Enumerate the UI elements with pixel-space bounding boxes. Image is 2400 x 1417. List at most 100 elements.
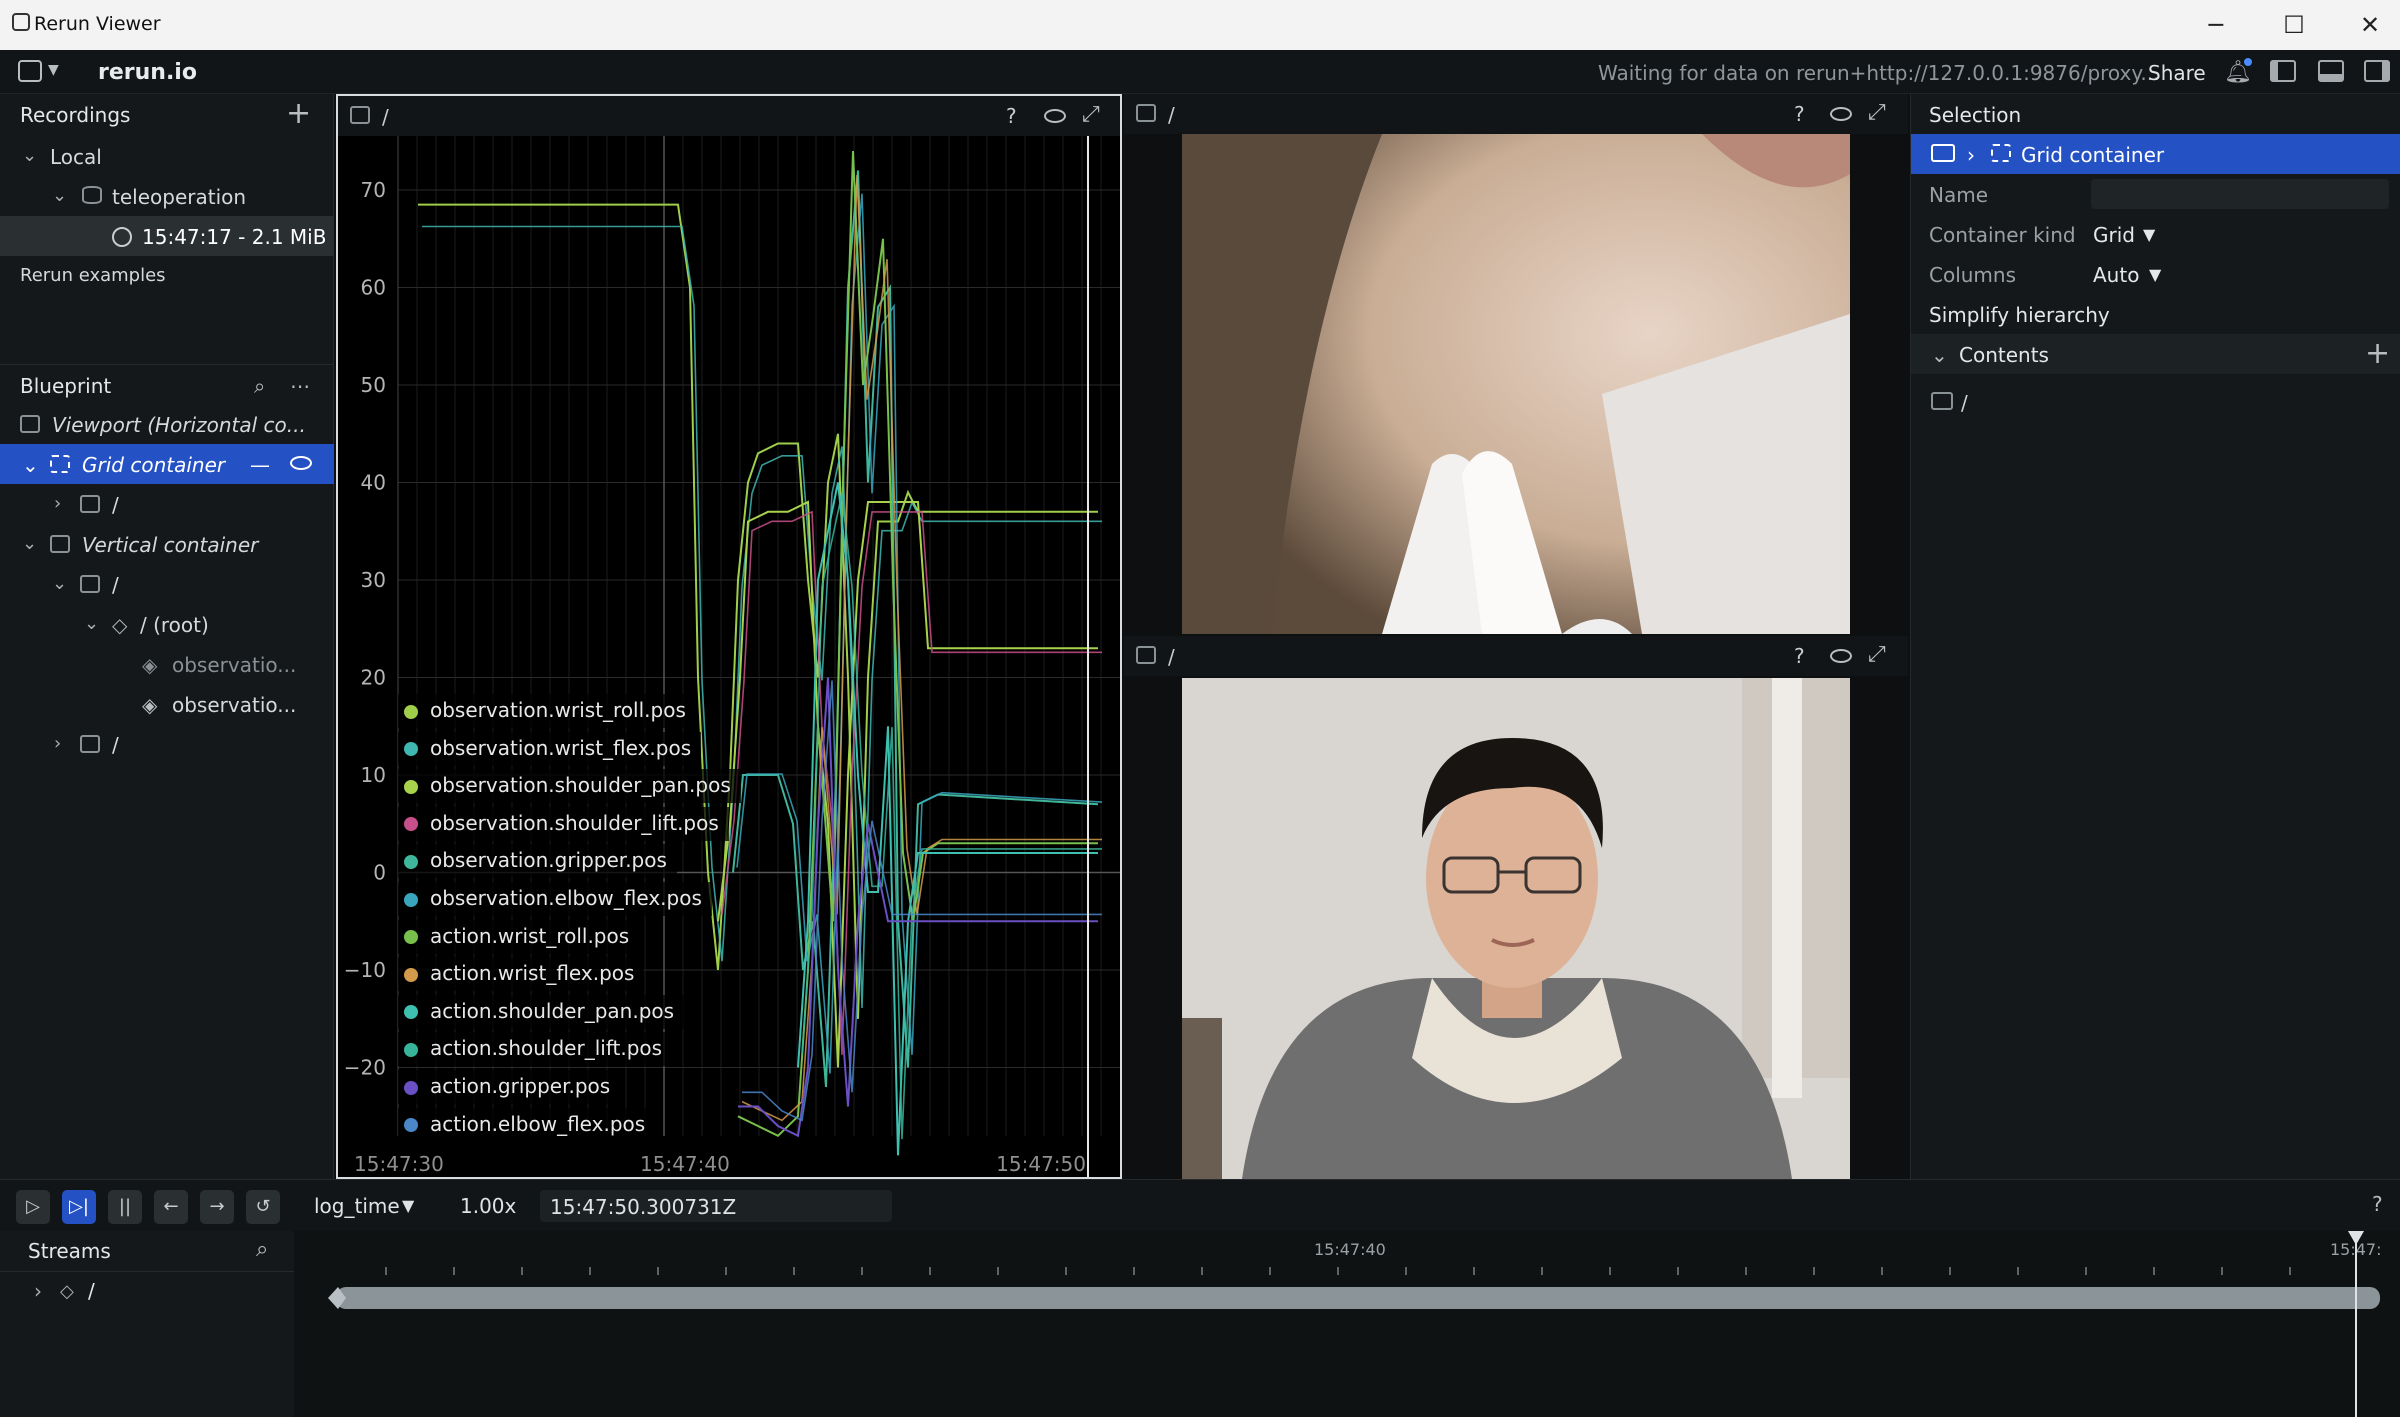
simplify-hierarchy-button[interactable]: Simplify hierarchy [1911, 294, 2400, 334]
legend-item[interactable]: action.shoulder_pan.pos [398, 994, 685, 1029]
more-icon[interactable]: ⋯ [290, 374, 310, 398]
viewport-icon[interactable] [1931, 144, 1955, 162]
selection-breadcrumb[interactable]: › Grid container [1911, 134, 2400, 174]
maximize-view-icon[interactable]: ⤢ [1868, 642, 1886, 667]
dropdown-arrow-icon[interactable]: ▼ [2143, 225, 2155, 244]
content-item[interactable]: / [1911, 382, 2400, 422]
chevron-down-icon[interactable]: ⌄ [22, 145, 37, 166]
eye-icon[interactable] [1830, 107, 1852, 121]
rerun-menu-icon[interactable] [18, 60, 42, 82]
chevron-down-icon[interactable]: ⌄ [84, 613, 99, 634]
chevron-down-icon[interactable]: ⌄ [52, 185, 67, 206]
tree-item-recording[interactable]: 15:47:17 - 2.1 MiB [0, 216, 334, 256]
pause-icon[interactable]: || [108, 1190, 142, 1224]
chevron-down-icon[interactable]: ⌄ [22, 453, 39, 477]
y-tick-label: 70 [361, 178, 386, 202]
share-button[interactable]: Share [2148, 61, 2206, 85]
help-icon[interactable]: ? [1794, 102, 1805, 126]
timeline-selector[interactable]: log_time [314, 1194, 400, 1218]
timeseries-view-icon [80, 495, 100, 513]
chevron-right-icon[interactable]: › [54, 493, 61, 514]
timeseries-view[interactable]: / ? ⤢ 70 60 50 40 30 20 10 0 −10 −20 15:47:30 15:4… [336, 94, 1122, 1179]
maximize-view-icon[interactable]: ⤢ [1868, 100, 1886, 125]
step-forward-icon[interactable]: → [200, 1190, 234, 1224]
maximize-view-icon[interactable]: ⤢ [1082, 102, 1100, 127]
maximize-button[interactable]: ☐ [2264, 6, 2324, 44]
help-icon[interactable]: ? [1794, 644, 1805, 668]
toggle-right-panel-icon[interactable] [2364, 60, 2390, 82]
help-icon[interactable]: ? [1006, 104, 1017, 128]
blueprint-title: Blueprint [20, 374, 112, 398]
recordings-title: Recordings [20, 103, 131, 127]
contents-header[interactable]: ⌄ Contents + [1911, 334, 2400, 374]
rerun-examples-link[interactable]: Rerun examples [0, 256, 334, 296]
image-view-webcam[interactable]: / ? ⤢ [1124, 636, 1908, 1179]
legend-label: observation.shoulder_pan.pos [430, 773, 731, 798]
minimize-button[interactable]: ─ [2186, 6, 2246, 44]
follow-icon[interactable]: ▷| [62, 1190, 96, 1224]
tree-item-viewport[interactable]: Viewport (Horizontal co... [0, 404, 334, 444]
breadcrumb-label: Grid container [2021, 143, 2165, 167]
tree-item-root[interactable]: ⌄ ◇ / (root) [0, 604, 334, 644]
legend-item[interactable]: observation.shoulder_pan.pos [398, 769, 741, 804]
remove-icon[interactable]: — [250, 453, 270, 477]
legend-item[interactable]: action.gripper.pos [398, 1070, 621, 1104]
tree-item-vertical-container[interactable]: ⌄ Vertical container [0, 524, 334, 564]
root-label: / (root) [140, 613, 209, 637]
legend-item[interactable]: action.shoulder_lift.pos [398, 1032, 673, 1067]
image-view-gripper[interactable]: / ? ⤢ [1124, 94, 1908, 634]
loop-icon[interactable]: ↺ [246, 1190, 280, 1224]
current-time-field[interactable]: 15:47:50.300731Z [540, 1190, 892, 1222]
search-icon[interactable]: ⌕ [256, 1237, 268, 1262]
legend-item[interactable]: action.wrist_flex.pos [398, 957, 645, 992]
legend-item[interactable]: observation.elbow_flex.pos [398, 882, 712, 916]
columns-select[interactable]: Auto [2093, 263, 2139, 287]
add-recording-button[interactable]: + [286, 96, 311, 131]
view-path: / [1168, 645, 1175, 669]
brand-link[interactable]: rerun.io [98, 60, 197, 85]
legend-item[interactable]: action.elbow_flex.pos [398, 1107, 656, 1142]
step-back-icon[interactable]: ← [154, 1190, 188, 1224]
legend-item[interactable]: observation.gripper.pos [398, 844, 677, 879]
dropdown-arrow-icon[interactable]: ▼ [2149, 265, 2161, 284]
tree-item-local[interactable]: ⌄ Local [0, 136, 334, 176]
vchild-2-label: / [112, 733, 119, 757]
tree-item-observation-2[interactable]: ◈ observatio... [0, 684, 334, 724]
eye-icon[interactable] [290, 456, 312, 470]
chevron-right-icon[interactable]: › [34, 1279, 42, 1303]
toggle-bottom-panel-icon[interactable] [2318, 60, 2344, 82]
close-button[interactable]: ✕ [2340, 6, 2400, 44]
stream-root-label[interactable]: / [88, 1279, 95, 1303]
legend-item[interactable]: observation.wrist_roll.pos [398, 694, 696, 728]
container-kind-select[interactable]: Grid [2093, 223, 2135, 247]
legend-item[interactable]: observation.wrist_flex.pos [398, 731, 702, 766]
help-icon[interactable]: ? [2372, 1192, 2383, 1216]
tree-item-vchild-2[interactable]: › / [0, 724, 334, 764]
tree-item-vchild-1[interactable]: ⌄ / [0, 564, 334, 604]
chevron-down-icon[interactable]: ⌄ [22, 533, 37, 554]
name-field[interactable] [2091, 179, 2389, 209]
tree-item-grid-child[interactable]: › / [0, 484, 334, 524]
series-line [736, 193, 1103, 1074]
chevron-down-icon[interactable]: ⌄ [52, 573, 67, 594]
playback-speed[interactable]: 1.00x [460, 1194, 516, 1218]
eye-icon[interactable] [1044, 109, 1066, 123]
chevron-right-icon[interactable]: › [54, 733, 61, 754]
eye-icon[interactable] [1830, 649, 1852, 663]
tree-item-grid-container[interactable]: ⌄ Grid container — [0, 444, 334, 484]
tree-item-observation-1[interactable]: ◈ observatio... [0, 644, 334, 684]
dropdown-arrow-icon[interactable]: ▼ [402, 1196, 414, 1215]
timeline-track[interactable]: 15:47:40 15:47: [316, 1231, 2396, 1417]
legend-item[interactable]: observation.shoulder_lift.pos [398, 806, 729, 841]
tree-item-app[interactable]: ⌄ teleoperation [0, 176, 334, 216]
toggle-left-panel-icon[interactable] [2270, 60, 2296, 82]
add-content-button[interactable]: + [2365, 336, 2390, 371]
legend-item[interactable]: action.wrist_roll.pos [398, 919, 640, 954]
search-icon[interactable]: ⌕ [254, 374, 265, 398]
chevron-down-icon[interactable]: ⌄ [1931, 343, 1948, 367]
chevron-down-icon[interactable]: ▼ [48, 62, 59, 78]
examples-label: Rerun examples [20, 265, 166, 286]
play-icon[interactable]: ▷ [16, 1190, 50, 1224]
legend-swatch [404, 930, 418, 945]
data-density-bar [336, 1287, 2380, 1309]
